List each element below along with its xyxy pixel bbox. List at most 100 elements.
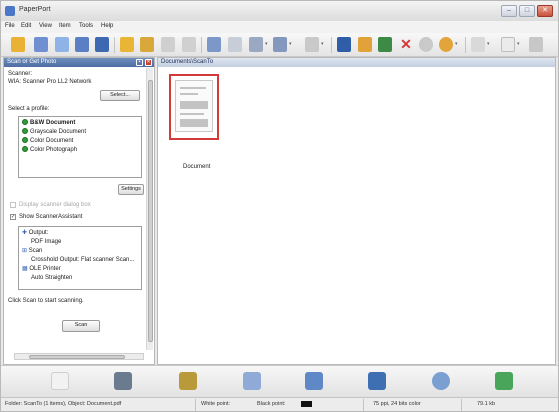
scan-hint: Click Scan to start scanning. <box>8 298 84 304</box>
profile-item[interactable]: Grayscale Document <box>22 128 86 136</box>
scan-pane: Scan or Get Photo ▪ ✕ Scanner: WIA: Scan… <box>3 57 155 365</box>
horizontal-scrollbar[interactable] <box>14 353 144 360</box>
folder-path: Documents\ScanTo <box>161 59 214 65</box>
workflow-item[interactable]: Auto Straighten <box>31 274 72 282</box>
profile-green-dot-icon <box>22 146 28 152</box>
profile-label: Grayscale Document <box>30 129 87 135</box>
maximize-button[interactable]: □ <box>519 5 535 17</box>
delete-icon[interactable]: ✕ <box>399 37 413 52</box>
close-button[interactable]: ✕ <box>537 5 553 17</box>
stack-dropdown-arrow[interactable]: ▾ <box>321 42 326 47</box>
outlook-icon[interactable] <box>368 372 386 390</box>
horizontal-scroll-thumb[interactable] <box>29 355 125 359</box>
menu-view[interactable]: View <box>39 23 52 29</box>
stack-icon[interactable] <box>305 37 319 52</box>
new-doc-icon[interactable] <box>11 37 25 52</box>
send-to-bar <box>1 365 558 397</box>
options-dropdown-arrow[interactable]: ▾ <box>517 42 522 47</box>
menu-tools[interactable]: Tools <box>79 23 93 29</box>
help-icon[interactable] <box>439 37 453 52</box>
filter-icon[interactable] <box>249 37 263 52</box>
toolbar: ▾ ▾ ▾ ✕ ▾ ▾ ▾ <box>1 33 558 57</box>
menu-help[interactable]: Help <box>101 23 113 29</box>
overflow-icon[interactable] <box>529 37 543 52</box>
menu-file[interactable]: File <box>5 23 15 29</box>
status-bar: Folder: ScanTo (1 items), Object: Docume… <box>1 397 558 411</box>
filter-dropdown-arrow[interactable]: ▾ <box>265 42 270 47</box>
cut-icon[interactable] <box>140 37 154 52</box>
vertical-scrollbar[interactable] <box>146 68 153 350</box>
scan-button[interactable]: Scan <box>62 320 100 332</box>
workflow-item[interactable]: ▦ OLE Printer <box>22 265 61 273</box>
search-icon[interactable] <box>419 37 433 52</box>
help-dropdown-arrow[interactable]: ▾ <box>455 42 460 47</box>
pdf-create-icon[interactable] <box>495 372 513 390</box>
tools-icon[interactable] <box>179 372 197 390</box>
display-dialog-checkbox[interactable] <box>10 202 16 208</box>
workflow-item[interactable]: Crosshold Output: Flat scanner Scan... <box>31 256 134 264</box>
view-page-icon[interactable] <box>182 37 196 52</box>
folder-icon[interactable] <box>120 37 134 52</box>
scan-pane-header: Scan or Get Photo ▪ ✕ <box>4 58 154 67</box>
view-thumbnails-icon[interactable] <box>207 37 221 52</box>
profile-item[interactable]: Color Photograph <box>22 146 77 154</box>
select-scanner-button[interactable]: Select... <box>100 90 140 101</box>
sort-dropdown-arrow[interactable]: ▾ <box>289 42 294 47</box>
scan-pane-title: Scan or Get Photo <box>7 59 57 65</box>
paperport-app-icon <box>5 6 15 16</box>
document-thumbnail[interactable] <box>169 74 219 140</box>
mail-icon[interactable] <box>378 37 392 52</box>
copy-icon[interactable] <box>55 37 69 52</box>
status-folder: Folder: ScanTo (1 items), Object: Docume… <box>5 401 122 407</box>
workflow-item[interactable]: PDF Image <box>31 238 61 246</box>
save-icon[interactable] <box>337 37 351 52</box>
toolbar-separator <box>114 37 115 53</box>
minimize-button[interactable]: – <box>501 5 517 17</box>
settings-button[interactable]: Settings <box>118 184 144 195</box>
document-edit-icon[interactable] <box>243 372 261 390</box>
printer-icon[interactable] <box>114 372 132 390</box>
profile-item[interactable]: Color Document <box>22 137 73 145</box>
workflow-item[interactable]: ⊞ Scan <box>22 247 42 255</box>
toolbar-separator <box>465 37 466 53</box>
preview-line <box>180 93 198 95</box>
preview-line <box>180 113 204 115</box>
plus-icon: ✚ <box>22 230 29 236</box>
document-label[interactable]: Document <box>183 164 210 170</box>
print-icon[interactable] <box>75 37 89 52</box>
preview-block <box>180 101 208 109</box>
profile-label: Color Photograph <box>30 147 78 153</box>
status-black-point: Black point: <box>257 401 286 407</box>
documents-pane: Documents\ScanTo Document <box>157 57 556 365</box>
profile-green-dot-icon <box>22 137 28 143</box>
preview-block <box>180 119 208 127</box>
workflow-list: ✚ Output: PDF Image ⊞ Scan Crosshold Out… <box>18 226 142 290</box>
scan-icon[interactable] <box>34 37 48 52</box>
rotate-icon[interactable] <box>358 37 372 52</box>
options-icon[interactable] <box>501 37 515 52</box>
menu-item[interactable]: Item <box>59 23 71 29</box>
status-separator <box>461 399 462 411</box>
profile-item[interactable]: B&W Document <box>22 119 75 127</box>
page-icon[interactable] <box>471 37 485 52</box>
scanner-name: WIA: Scanner Pro LL2 Network <box>8 79 92 85</box>
menu-edit[interactable]: Edit <box>21 23 31 29</box>
sort-icon[interactable] <box>273 37 287 52</box>
page-dropdown-arrow[interactable]: ▾ <box>487 42 492 47</box>
workflow-item[interactable]: ✚ Output: <box>22 229 48 237</box>
show-assistant-checkbox[interactable]: ✓ <box>10 214 16 220</box>
profile-label: Select a profile: <box>8 106 50 112</box>
view-list-icon[interactable] <box>228 37 242 52</box>
image-editor-icon[interactable] <box>305 372 323 390</box>
send-blank-icon[interactable] <box>51 372 69 390</box>
pane-pin-icon[interactable]: ▪ <box>136 59 143 66</box>
profile-list: B&W Document Grayscale Document Color Do… <box>18 116 142 178</box>
pane-close-icon[interactable]: ✕ <box>145 59 152 66</box>
folder-open-icon[interactable] <box>95 37 109 52</box>
profile-green-dot-icon <box>22 128 28 134</box>
status-resolution: 75 ppi, 24 bits color <box>373 401 421 407</box>
palette-icon[interactable] <box>432 372 450 390</box>
status-separator <box>363 399 364 411</box>
paste-icon[interactable] <box>161 37 175 52</box>
vertical-scroll-thumb[interactable] <box>148 80 153 342</box>
